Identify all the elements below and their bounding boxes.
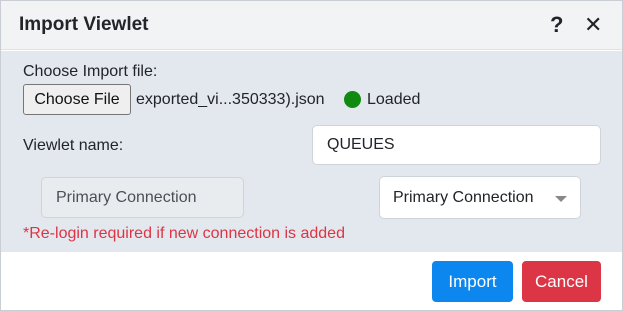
loaded-status-text: Loaded	[367, 91, 421, 108]
relogin-warning: *Re-login required if new connection is …	[23, 225, 345, 242]
import-viewlet-dialog: Import Viewlet ? ✕ Choose Import file: C…	[0, 0, 623, 311]
viewlet-name-label: Viewlet name:	[23, 137, 124, 154]
viewlet-name-input[interactable]	[312, 125, 601, 165]
loaded-status-icon	[344, 91, 361, 108]
import-button[interactable]: Import	[432, 261, 513, 302]
dialog-footer: Import Cancel	[1, 252, 622, 310]
chevron-down-icon	[555, 196, 567, 202]
dialog-body: Choose Import file: Choose File exported…	[1, 51, 622, 252]
help-icon[interactable]: ?	[550, 12, 563, 38]
target-connection-select[interactable]: Primary Connection	[379, 176, 581, 219]
dialog-header: Import Viewlet ? ✕	[1, 1, 622, 50]
import-file-label: Choose Import file:	[23, 63, 158, 80]
cancel-button[interactable]: Cancel	[522, 261, 601, 302]
choose-file-button[interactable]: Choose File	[23, 84, 131, 115]
selected-file-name: exported_vi...350333).json	[136, 91, 325, 108]
target-connection-value: Primary Connection	[393, 189, 534, 206]
dialog-title: Import Viewlet	[19, 14, 149, 35]
close-icon[interactable]: ✕	[584, 12, 602, 38]
source-connection-field: Primary Connection	[41, 177, 244, 218]
